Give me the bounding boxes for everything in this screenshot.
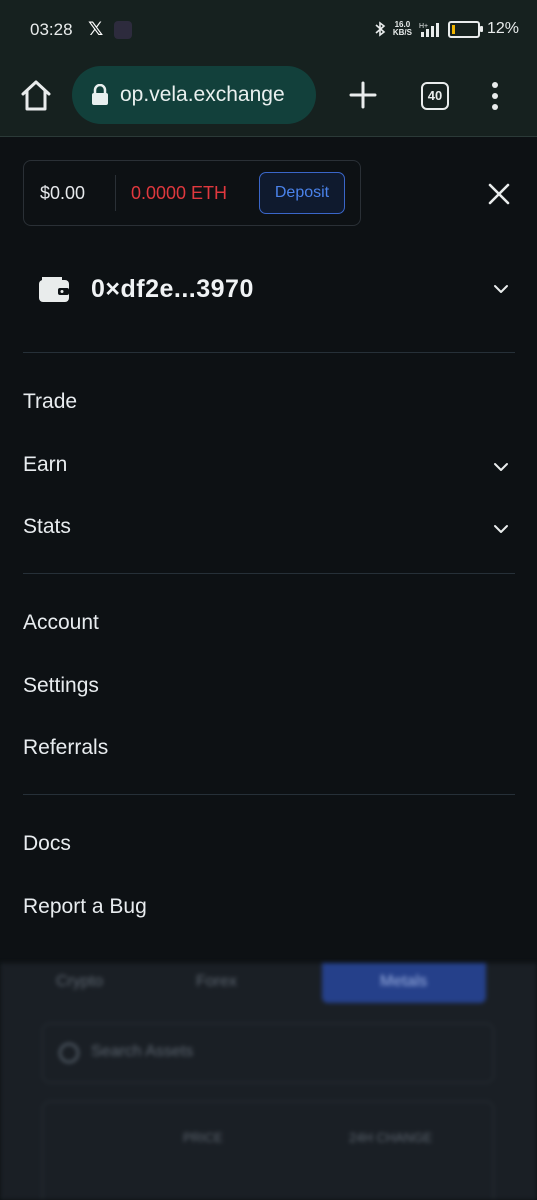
tab-metals-label: Metals	[380, 973, 428, 990]
menu-item-report-bug[interactable]: Report a Bug	[23, 885, 515, 929]
wallet-icon	[39, 277, 69, 302]
balance-card: $0.00 0.0000 ETH Deposit	[23, 160, 361, 226]
menu-item-label: Earn	[23, 453, 68, 476]
balance-separator	[115, 175, 116, 211]
tab-forex: Forex	[196, 973, 237, 990]
home-icon[interactable]	[20, 79, 52, 113]
balance-usd: $0.00	[40, 183, 86, 203]
balance-eth: 0.0000 ETH	[131, 183, 228, 203]
menu-item-account[interactable]: Account	[23, 601, 515, 645]
menu-item-label: Stats	[23, 515, 71, 538]
nav-menu-panel: $0.00 0.0000 ETH Deposit 0×df2e...3970 T…	[0, 137, 537, 963]
status-indicators: 16.0 KB/S H+ 12%	[374, 20, 519, 38]
battery-icon	[447, 20, 483, 38]
status-time: 03:28	[30, 20, 73, 39]
menu-item-label: Report a Bug	[23, 895, 147, 918]
chevron-down-icon[interactable]	[493, 281, 509, 297]
menu-item-stats[interactable]: Stats	[23, 505, 515, 549]
network-speed: 16.0 KB/S	[393, 21, 412, 37]
url-bar[interactable]: op.vela.exchange	[72, 66, 316, 124]
menu-divider	[23, 573, 515, 574]
column-header-24h-change: 24H CHANGE	[349, 1130, 433, 1145]
search-icon	[59, 1043, 79, 1063]
network-type-label: H+	[419, 23, 428, 30]
menu-item-label: Trade	[23, 390, 78, 413]
asset-search-box: Search Assets	[42, 1023, 494, 1083]
wallet-address: 0×df2e...3970	[91, 275, 254, 303]
signal-icon: H+	[419, 23, 439, 37]
url-text[interactable]: op.vela.exchange	[120, 83, 310, 107]
browser-toolbar: op.vela.exchange 40	[0, 62, 537, 137]
menu-item-trade[interactable]: Trade	[23, 380, 515, 424]
network-speed-unit: KB/S	[392, 28, 412, 37]
chevron-down-icon	[494, 463, 508, 471]
bluetooth-icon	[375, 21, 386, 37]
tab-metals: Metals	[322, 963, 486, 1003]
background-page: Crypto Forex Metals Search Assets PRICE …	[0, 963, 537, 1200]
battery-fill	[451, 24, 455, 34]
deposit-button[interactable]: Deposit	[259, 172, 345, 214]
wallet-selector[interactable]: 0×df2e...3970	[23, 269, 515, 313]
search-placeholder: Search Assets	[91, 1043, 194, 1060]
x-app-icon: 𝕏	[88, 19, 104, 40]
menu-divider	[23, 794, 515, 795]
asset-tabs: Crypto Forex Metals	[44, 963, 490, 1003]
battery-percent: 12%	[486, 20, 519, 37]
status-bar: 03:28 𝕏 16.0 KB/S H+ 12%	[0, 0, 537, 62]
column-header-price: PRICE	[183, 1130, 223, 1145]
notification-app-icon	[114, 21, 132, 39]
menu-item-referrals[interactable]: Referrals	[23, 726, 515, 770]
menu-item-label: Referrals	[23, 736, 109, 759]
menu-item-earn[interactable]: Earn	[23, 443, 515, 487]
chevron-down-icon	[494, 525, 508, 533]
tab-switcher-button[interactable]: 40	[421, 82, 449, 110]
lock-icon	[92, 84, 108, 105]
asset-table: PRICE 24H CHANGE	[42, 1101, 494, 1200]
menu-item-docs[interactable]: Docs	[23, 822, 515, 866]
menu-item-settings[interactable]: Settings	[23, 664, 515, 708]
menu-item-label: Account	[23, 611, 99, 634]
close-icon[interactable]	[486, 181, 512, 207]
new-tab-icon[interactable]	[347, 79, 379, 111]
menu-divider	[23, 352, 515, 353]
menu-item-label: Settings	[23, 674, 99, 697]
tab-crypto: Crypto	[56, 973, 104, 990]
more-menu-icon[interactable]	[489, 81, 501, 111]
menu-item-label: Docs	[23, 832, 71, 855]
